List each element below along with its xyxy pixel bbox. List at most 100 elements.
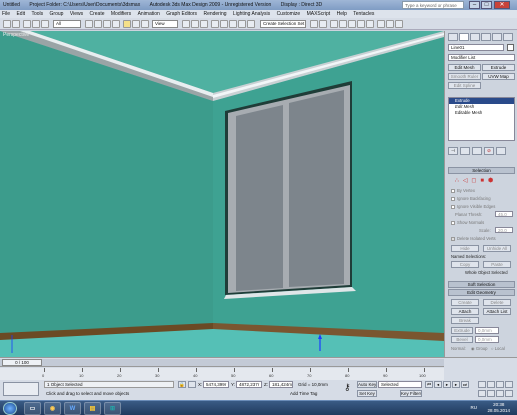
minimize-button[interactable]: – — [469, 1, 480, 9]
object-color-swatch[interactable] — [507, 44, 514, 51]
menu-rendering[interactable]: Rendering — [203, 10, 226, 18]
menu-lighting-analysis[interactable]: Lighting Analysis — [233, 10, 270, 18]
scale-spinner[interactable]: 20,0 — [495, 227, 513, 233]
remove-modifier-icon[interactable]: ⊘ — [484, 147, 494, 155]
language-indicator[interactable]: RU — [471, 405, 478, 410]
bevel-button[interactable]: Bevel — [451, 336, 473, 343]
create-tab-icon[interactable] — [448, 33, 458, 41]
display-tab-icon[interactable] — [492, 33, 502, 41]
bind-space-warp-icon[interactable] — [41, 20, 49, 28]
perspective-viewport[interactable]: Perspective — [0, 31, 444, 357]
uvw-map-button[interactable]: UVW Map — [482, 73, 515, 80]
render-setup-icon[interactable] — [377, 20, 385, 28]
zoom-icon[interactable] — [478, 381, 486, 388]
selection-filter-dropdown[interactable]: All — [53, 20, 81, 28]
undo-icon[interactable] — [3, 20, 11, 28]
curve-editor-icon[interactable] — [348, 20, 356, 28]
subobject-level-icons[interactable]: ∴◁◻■⬢ — [455, 177, 511, 184]
z-coordinate-field[interactable]: 181,424mn — [269, 381, 293, 388]
x-coordinate-field[interactable]: 5474,399r — [203, 381, 229, 388]
time-slider[interactable]: 0 / 100 — [0, 359, 444, 367]
hide-button[interactable]: Hide — [451, 245, 479, 252]
utilities-tab-icon[interactable] — [503, 33, 513, 41]
modify-tab-icon[interactable] — [459, 33, 469, 41]
select-and-move-icon[interactable] — [123, 20, 131, 28]
key-mode-dropdown[interactable]: Selected — [378, 381, 422, 388]
make-unique-icon[interactable] — [472, 147, 482, 155]
extrude-amount-spinner[interactable]: 0,0mm — [475, 327, 499, 334]
help-search-input[interactable]: Type a keyword or phrase — [402, 1, 464, 9]
edit-spline-button[interactable]: Edit Spline — [448, 82, 481, 89]
field-of-view-icon[interactable] — [478, 390, 486, 397]
quick-render-icon[interactable] — [395, 20, 403, 28]
absolute-mode-icon[interactable] — [188, 381, 196, 388]
snaps-toggle-icon[interactable] — [211, 20, 219, 28]
modifier-list-dropdown[interactable]: Modifier List — [448, 54, 515, 61]
normal-group-radio[interactable]: ◉ Group — [471, 346, 487, 351]
select-and-manipulate-icon[interactable] — [191, 20, 199, 28]
mirror-icon[interactable] — [310, 20, 318, 28]
normal-local-radio[interactable]: ○ Local — [491, 346, 505, 351]
show-end-result-icon[interactable] — [460, 147, 470, 155]
by-vertex-checkbox[interactable]: By Vertex — [451, 188, 475, 193]
orbit-icon[interactable] — [496, 390, 504, 397]
hierarchy-tab-icon[interactable] — [470, 33, 480, 41]
pivot-center-icon[interactable] — [182, 20, 190, 28]
explorer-taskbar-icon[interactable]: ▭ — [24, 402, 41, 415]
rendered-frame-window-icon[interactable] — [386, 20, 394, 28]
spinner-snap-icon[interactable] — [238, 20, 246, 28]
redo-icon[interactable] — [12, 20, 20, 28]
configure-modifier-sets-icon[interactable] — [496, 147, 506, 155]
menu-create[interactable]: Create — [89, 10, 104, 18]
menu-modifiers[interactable]: Modifiers — [111, 10, 131, 18]
menu-tools[interactable]: Tools — [31, 10, 43, 18]
material-editor-icon[interactable] — [366, 20, 374, 28]
select-by-name-icon[interactable] — [94, 20, 102, 28]
delete-button[interactable]: Delete — [483, 299, 511, 306]
word-taskbar-icon[interactable]: W — [64, 402, 81, 415]
menu-tentacles[interactable]: Tentacles — [353, 10, 374, 18]
chrome-taskbar-icon[interactable]: ◉ — [44, 402, 61, 415]
start-button-icon[interactable] — [3, 402, 17, 415]
clock[interactable]: 20:38 28.05.2014 — [487, 402, 510, 414]
bevel-amount-spinner[interactable]: 0,0mm — [475, 336, 499, 343]
unhide-all-button[interactable]: Unhide All — [483, 245, 511, 252]
maxscript-listener-mini[interactable] — [3, 382, 39, 396]
maximize-viewport-icon[interactable] — [505, 390, 513, 397]
show-normals-checkbox[interactable]: Show Normals — [451, 220, 484, 225]
select-object-icon[interactable] — [85, 20, 93, 28]
lock-selection-icon[interactable]: 🔒 — [178, 381, 186, 388]
next-frame-icon[interactable]: ▸ — [452, 381, 460, 388]
layer-manager-icon[interactable] — [330, 20, 338, 28]
pin-stack-icon[interactable]: ⊣ — [448, 147, 458, 155]
schematic-view-icon[interactable] — [357, 20, 365, 28]
percent-snap-icon[interactable] — [229, 20, 237, 28]
object-name-field[interactable]: Line01 — [448, 44, 504, 51]
edit-geometry-rollout-header[interactable]: Edit Geometry — [448, 289, 515, 296]
trackbar[interactable]: 0 10 20 30 40 50 60 70 80 90 100 — [0, 368, 444, 380]
menu-customize[interactable]: Customize — [277, 10, 301, 18]
link-icon[interactable] — [23, 20, 31, 28]
time-slider-thumb[interactable]: 0 / 100 — [2, 359, 42, 366]
named-selection-set-dropdown[interactable]: Create Selection Set — [260, 20, 306, 28]
menu-group[interactable]: Group — [50, 10, 64, 18]
menu-help[interactable]: Help — [337, 10, 347, 18]
graphite-modeling-icon[interactable] — [339, 20, 347, 28]
selection-rollout-header[interactable]: Selection — [448, 167, 515, 174]
rectangular-selection-icon[interactable] — [103, 20, 111, 28]
soft-selection-rollout-header[interactable]: Soft Selection — [448, 281, 515, 288]
zoom-all-icon[interactable] — [487, 381, 495, 388]
ignore-visible-edges-checkbox[interactable]: Ignore Visible Edges — [451, 204, 495, 209]
y-coordinate-field[interactable]: 4872,237r — [236, 381, 262, 388]
zoom-extents-icon[interactable] — [496, 381, 504, 388]
menu-maxscript[interactable]: MAXScript — [307, 10, 331, 18]
menu-views[interactable]: Views — [70, 10, 83, 18]
play-icon[interactable]: ▸ — [443, 381, 451, 388]
extrude-geometry-button[interactable]: Extrude — [451, 327, 473, 334]
key-filters-button[interactable]: Key Filters... — [400, 390, 422, 397]
reference-coordinate-dropdown[interactable]: View — [152, 20, 178, 28]
menu-edit[interactable]: Edit — [16, 10, 25, 18]
select-and-scale-icon[interactable] — [141, 20, 149, 28]
attach-button[interactable]: Attach — [451, 308, 479, 315]
set-key-button[interactable]: Set Key — [357, 390, 377, 397]
